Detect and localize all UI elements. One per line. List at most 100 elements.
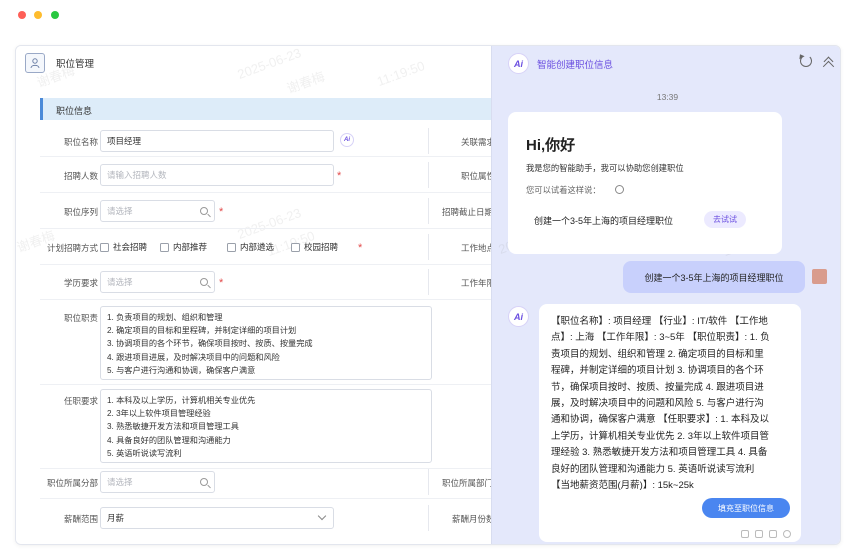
requirements-label: 任职要求 xyxy=(63,396,98,406)
salary-months-label: 薪酬月份数 xyxy=(452,514,495,524)
refresh-icon[interactable] xyxy=(800,55,812,67)
page-title: 职位管理 xyxy=(56,59,95,70)
page-header: 职位管理 xyxy=(16,46,491,80)
sequence-select[interactable]: 请选择 xyxy=(100,200,215,222)
required-mark: * xyxy=(219,206,224,218)
salary-range-value: 月薪 xyxy=(107,513,125,523)
checkbox-label: 校园招聘 xyxy=(304,242,339,252)
maximize-window-button[interactable] xyxy=(51,11,59,19)
job-name-label: 职位名称 xyxy=(63,137,98,147)
work-location-label: 工作地点 xyxy=(461,243,496,253)
job-attribute-label: 职位属性 xyxy=(461,171,496,181)
checkbox-label: 内部推荐 xyxy=(173,242,208,252)
search-icon xyxy=(200,207,208,215)
salary-range-select[interactable]: 月薪 xyxy=(100,507,334,529)
requirements-line: 3. 熟悉敏捷开发方法和项目管理工具 xyxy=(107,422,239,432)
suggested-prompt[interactable]: 创建一个3-5年上海的项目经理职位 xyxy=(534,214,673,227)
form-row-department: 职位所属分部 请选择 职位所属部门 xyxy=(16,469,494,495)
answer-text: 【职位名称】: 项目经理 【行业】: IT/软件 【工作地 点】: 上海 【工作… xyxy=(551,314,795,494)
requirements-line: 1. 本科及以上学历，计算机相关专业优先 xyxy=(107,396,256,405)
answer-line: 上学历，计算机相关专业优先 2. 3年以上软件项目管 xyxy=(551,430,769,442)
required-mark: * xyxy=(219,277,224,289)
column-divider xyxy=(428,505,429,531)
close-window-button[interactable] xyxy=(18,11,26,19)
checkbox-box[interactable] xyxy=(227,242,236,252)
chat-timestamp: 13:39 xyxy=(656,92,679,102)
collapse-icon[interactable] xyxy=(823,56,834,67)
checkbox-referral[interactable]: 内部推荐 xyxy=(160,241,207,253)
user-avatar xyxy=(812,269,827,284)
search-icon xyxy=(200,278,208,286)
job-form-panel: 谢春梅 2025-06-23 谢春梅 11:19:50 2025-06-23 1… xyxy=(16,46,520,544)
duties-line: 3. 协调项目的各个环节，确保项目按时、按质、按量完成 xyxy=(107,339,313,349)
duties-line: 4. 跟进项目进展，及时解决项目中的问题和风险 xyxy=(107,352,280,362)
section-header-job-info: 职位信息 xyxy=(40,98,520,120)
department-label: 职位所属分部 xyxy=(46,478,98,488)
column-divider xyxy=(428,198,429,224)
row-divider xyxy=(40,264,491,265)
deadline-label: 招聘截止日期 xyxy=(442,207,494,217)
requirements-line: 2. 3年以上软件项目管理经验 xyxy=(107,409,211,419)
headcount-input[interactable]: 请输入招聘人数 xyxy=(100,164,334,186)
form-row-education: 学历要求 请选择 * 工作年限 xyxy=(16,269,495,295)
work-years-label: 工作年限 xyxy=(461,278,496,288)
column-divider xyxy=(428,128,429,154)
lightbulb-icon xyxy=(615,185,624,194)
job-name-input[interactable]: 项目经理 xyxy=(100,130,334,152)
ai-assist-icon[interactable]: Ai xyxy=(340,133,354,147)
plan-method-label: 计划招聘方式 xyxy=(46,243,98,253)
user-message: 创建一个3-5年上海的项目经理职位 xyxy=(623,261,805,293)
try-button[interactable]: 去试试 xyxy=(704,211,746,228)
form-row-headcount: 招聘人数 请输入招聘人数 * 职位属性 xyxy=(16,162,495,188)
duties-line: 5. 与客户进行沟通和协调，确保客户满意 xyxy=(107,365,256,375)
checkbox-box[interactable] xyxy=(291,242,300,252)
sequence-label: 职位序列 xyxy=(63,207,98,217)
row-divider xyxy=(40,384,491,385)
education-select[interactable]: 请选择 xyxy=(100,271,215,293)
answer-line: 【职位名称】: 项目经理 【行业】: IT/软件 【工作地 xyxy=(551,316,768,327)
assistant-hint: 您可以试着这样说： xyxy=(526,185,601,195)
minimize-window-button[interactable] xyxy=(34,11,42,19)
answer-line: 通和协调，确保客户满意 【任职要求】: 1. 本科及以 xyxy=(551,414,769,426)
duties-line: 2. 确定项目的目标和里程碑，并制定详细的项目计划 xyxy=(107,326,297,336)
assistant-header: Ai 智能创建职位信息 xyxy=(508,53,613,74)
department-select[interactable]: 请选择 xyxy=(100,471,215,493)
thumbs-up-icon[interactable] xyxy=(755,530,763,538)
answer-toolbar xyxy=(741,530,791,538)
window-titlebar xyxy=(0,0,856,30)
retry-icon[interactable] xyxy=(783,530,791,538)
form-row-job-name: 职位名称 项目经理 Ai 关联需求 xyxy=(16,128,495,154)
sequence-placeholder: 请选择 xyxy=(107,206,133,216)
duties-label: 职位职责 xyxy=(63,313,98,323)
fill-job-info-button[interactable]: 填充至职位信息 xyxy=(702,498,790,518)
checkbox-box[interactable] xyxy=(160,242,169,252)
checkbox-internal[interactable]: 内部遴选 xyxy=(227,241,274,253)
column-divider xyxy=(428,269,429,295)
answer-line: 展，及时解决项目中的问题和风险 5. 与客户进行沟 xyxy=(551,398,764,410)
duties-line: 1. 负责项目的规划、组织和管理 xyxy=(107,313,223,322)
ai-logo-icon: Ai xyxy=(508,53,529,74)
form-row-sequence: 职位序列 请选择 * 招聘截止日期 xyxy=(16,198,494,224)
answer-line: 责项目的规划、组织和管理 2. 确定项目的目标和里 xyxy=(551,348,764,360)
row-divider xyxy=(40,192,491,193)
thumbs-down-icon[interactable] xyxy=(769,530,777,538)
related-demand-label: 关联需求 xyxy=(461,137,496,147)
copy-icon[interactable] xyxy=(741,530,749,538)
answer-line: 良好的团队管理和沟通能力 5. 英语听说读写流利 xyxy=(551,463,755,475)
app-window: 谢春梅 2025-06-23 谢春梅 11:19:50 2025-06-23 1… xyxy=(15,45,841,545)
checkbox-social[interactable]: 社会招聘 xyxy=(100,241,147,253)
ai-assistant-panel: 2025-06-23 11:19:50 2025-06-23 Ai 智能创建职位… xyxy=(491,46,840,544)
answer-line: 点】: 上海 【工作年限】: 3~5年 【职位职责】: 1. 负 xyxy=(551,332,770,344)
department-right-label: 职位所属部门 xyxy=(442,478,494,488)
checkbox-campus[interactable]: 校园招聘 xyxy=(291,241,338,253)
salary-range-label: 薪酬范围 xyxy=(63,514,98,524)
checkbox-box[interactable] xyxy=(100,242,109,252)
form-row-requirements: 任职要求 1. 本科及以上学历，计算机相关专业优先 2. 3年以上软件项目管理经… xyxy=(16,387,491,465)
form-row-plan-method: 计划招聘方式 社会招聘 内部推荐 内部遴选 校园招聘 * 工作地点 xyxy=(16,234,495,260)
education-placeholder: 请选择 xyxy=(107,277,133,287)
requirements-textarea[interactable]: 1. 本科及以上学历，计算机相关专业优先 2. 3年以上软件项目管理经验 3. … xyxy=(100,389,432,463)
requirements-line: 4. 具备良好的团队管理和沟通能力 xyxy=(107,435,231,445)
search-icon xyxy=(200,478,208,486)
answer-line: 【当地薪资范围(月薪)】: 15k~25k xyxy=(551,480,694,492)
duties-textarea[interactable]: 1. 负责项目的规划、组织和管理 2. 确定项目的目标和里程碑，并制定详细的项目… xyxy=(100,306,432,380)
